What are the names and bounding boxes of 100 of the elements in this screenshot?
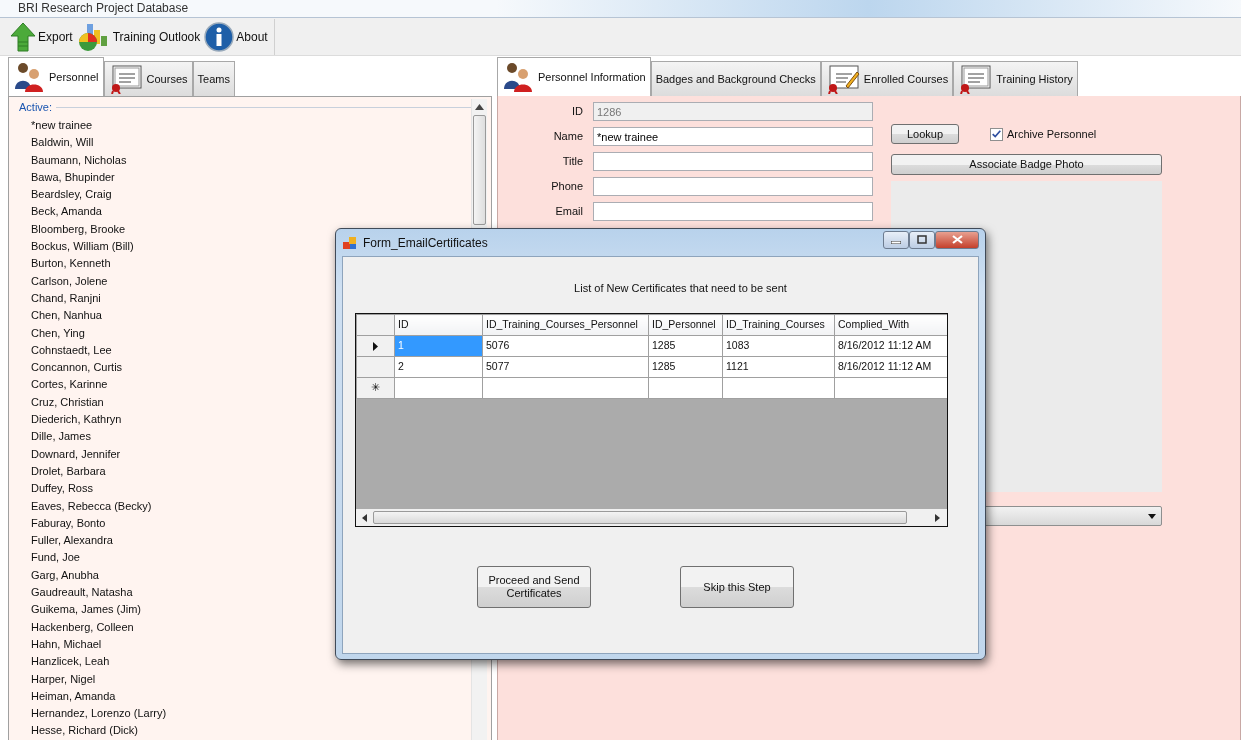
group-label: Active: <box>18 100 52 115</box>
list-item[interactable]: Cruz, Christian <box>31 395 104 408</box>
scroll-right-icon[interactable] <box>935 513 940 522</box>
list-item[interactable]: Concannon, Curtis <box>31 361 123 374</box>
certificate-icon <box>958 64 993 94</box>
tab[interactable]: Badges and Background Checks <box>650 61 821 96</box>
tab[interactable]: Personnel <box>8 57 104 96</box>
text-field[interactable] <box>593 177 873 196</box>
scroll-thumb[interactable] <box>473 115 486 225</box>
tab[interactable]: Teams <box>192 61 235 96</box>
list-item[interactable]: Duffey, Ross <box>31 482 93 495</box>
table-cell: 1285 <box>648 356 723 378</box>
list-item[interactable]: *new trainee <box>31 119 93 131</box>
minimize-icon <box>891 241 901 244</box>
list-item[interactable]: Dille, James <box>31 430 91 443</box>
dialog-button[interactable]: Proceed and Send Certificates <box>477 566 591 608</box>
list-item[interactable]: Faburay, Bonto <box>31 516 106 529</box>
list-item[interactable]: Burton, Kenneth <box>31 257 111 270</box>
close-button[interactable] <box>935 230 979 249</box>
field-label: Phone <box>550 179 584 195</box>
table-cell: 1121 <box>722 356 835 378</box>
certificate-icon <box>108 64 143 94</box>
dialog-caption: List of New Certificates that need to be sent <box>574 282 787 294</box>
list-item[interactable]: Carlson, Jolene <box>31 274 108 287</box>
new-row-marker: ✳ <box>371 381 380 394</box>
list-item[interactable]: Beck, Amanda <box>31 205 102 218</box>
table-cell: 5077 <box>482 356 649 378</box>
table-cell: 5076 <box>482 335 649 357</box>
list-item[interactable]: Baldwin, Will <box>31 136 94 149</box>
people-icon <box>502 61 534 93</box>
app-icon <box>343 235 357 250</box>
list-item[interactable]: Harper, Nigel <box>31 672 96 685</box>
scroll-left-icon[interactable] <box>362 513 367 522</box>
list-item[interactable]: Cohnstaedt, Lee <box>31 343 112 356</box>
toolbar-button[interactable]: Export <box>10 17 77 56</box>
column-header[interactable]: ID_Personnel <box>648 314 723 336</box>
list-item[interactable]: Chand, Ranjni <box>31 291 101 304</box>
list-item[interactable]: Downard, Jennifer <box>31 447 121 460</box>
list-item[interactable]: Baumann, Nicholas <box>31 153 127 166</box>
dialog-button[interactable]: Skip this Step <box>680 566 794 608</box>
list-item[interactable]: Diederich, Kathryn <box>31 413 122 426</box>
tab[interactable]: Courses <box>103 61 193 96</box>
list-item[interactable]: Hernandez, Lorenzo (Larry) <box>31 707 167 720</box>
text-field[interactable] <box>593 202 873 221</box>
checkbox-label: Archive Personnel <box>1007 126 1097 142</box>
list-item[interactable]: Gaudreault, Natasha <box>31 586 133 598</box>
scroll-thumb[interactable] <box>373 511 907 524</box>
field-label: Email <box>554 204 584 220</box>
list-item[interactable]: Fund, Joe <box>31 551 80 564</box>
list-item[interactable]: Drolet, Barbara <box>31 464 106 477</box>
field-label: Title <box>561 154 584 170</box>
list-item[interactable]: Heiman, Amanda <box>31 689 116 702</box>
tab[interactable]: Training History <box>953 61 1078 96</box>
tab[interactable]: Enrolled Courses <box>820 61 954 96</box>
restore-button[interactable] <box>909 230 935 249</box>
info-icon <box>204 21 235 52</box>
dialog-title: Form_EmailCertificates <box>363 234 488 252</box>
minimize-button[interactable] <box>883 230 909 249</box>
scroll-up-icon[interactable] <box>475 104 484 110</box>
list-item[interactable]: Guikema, James (Jim) <box>31 603 142 616</box>
list-item[interactable]: Hahn, Michael <box>31 637 102 650</box>
table-row[interactable]: 2 5077 1285 1121 8/16/2012 11:12 AM <box>356 356 947 378</box>
window-title: BRI Research Project Database <box>0 0 1241 18</box>
list-item[interactable]: Cortes, Karinne <box>31 378 108 391</box>
archive-checkbox[interactable] <box>990 127 1003 141</box>
column-header[interactable]: ID_Training_Courses <box>722 314 835 336</box>
list-item[interactable]: Garg, Anubha <box>31 568 99 581</box>
horizontal-scrollbar[interactable] <box>356 509 947 526</box>
associate-photo-button[interactable]: Associate Badge Photo <box>891 154 1162 175</box>
column-header[interactable]: ID <box>394 314 483 336</box>
table-cell: 1285 <box>648 335 723 357</box>
table-row[interactable]: 1 5076 1285 1083 8/16/2012 11:12 AM <box>356 335 947 357</box>
list-item[interactable]: Eaves, Rebecca (Becky) <box>31 499 152 512</box>
list-item[interactable]: Chen, Ying <box>31 326 85 339</box>
list-item[interactable]: Hackenberg, Colleen <box>31 620 134 633</box>
tab[interactable]: Personnel Information <box>497 57 651 96</box>
list-item[interactable]: Chen, Nanhua <box>31 309 102 322</box>
table-cell: 1083 <box>722 335 835 357</box>
list-item[interactable]: Hesse, Richard (Dick) <box>31 724 138 737</box>
field-label: Name <box>552 129 584 145</box>
column-header[interactable]: ID_Training_Courses_Personnel <box>482 314 649 336</box>
text-field[interactable]: *new trainee <box>593 127 873 146</box>
table-cell: 2 <box>394 356 483 378</box>
list-item[interactable]: Hanzlicek, Leah <box>31 655 110 668</box>
column-header[interactable]: Complied_With <box>834 314 947 336</box>
people-icon <box>13 61 45 93</box>
list-item[interactable]: Bockus, William (Bill) <box>31 240 134 253</box>
close-icon <box>951 235 963 244</box>
dropdown-arrow-icon[interactable] <box>1148 513 1156 519</box>
toolbar-button[interactable]: Training Outlook <box>76 17 205 56</box>
toolbar-button[interactable]: About <box>204 17 272 56</box>
list-item[interactable]: Bloomberg, Brooke <box>31 222 126 235</box>
restore-icon <box>917 235 927 244</box>
lookup-button[interactable]: Lookup <box>891 124 959 144</box>
list-item[interactable]: Fuller, Alexandra <box>31 534 113 547</box>
list-item[interactable]: Bawa, Bhupinder <box>31 170 115 183</box>
certificate-icon <box>825 64 860 94</box>
list-item[interactable]: Beardsley, Craig <box>31 188 112 201</box>
field-label: ID <box>571 104 584 120</box>
text-field[interactable] <box>593 152 873 171</box>
